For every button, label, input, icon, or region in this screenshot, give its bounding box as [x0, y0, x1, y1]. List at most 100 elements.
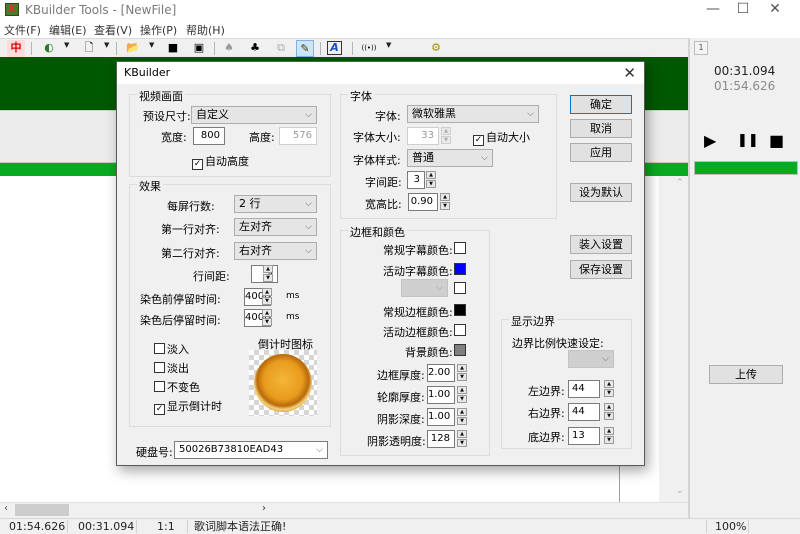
spin-up-icon[interactable]: ▲ [457, 408, 467, 416]
line2-align-select[interactable]: 右对齐 ⌵ [234, 242, 317, 260]
stop-button[interactable]: ■ [769, 131, 784, 150]
normal-text-color-swatch[interactable] [454, 242, 466, 254]
line1-align-select[interactable]: 左对齐 ⌵ [234, 218, 317, 236]
preset-size-select[interactable]: 自定义 ⌵ [191, 106, 317, 124]
shadow-depth-input[interactable]: 1.00 [427, 408, 455, 426]
find-icon[interactable]: ♠ [220, 40, 238, 57]
right-margin-input[interactable]: 44 [568, 403, 600, 421]
disc-icon[interactable]: ◐ [40, 40, 58, 57]
spin-down-icon[interactable]: ▼ [604, 412, 614, 420]
horizontal-scrollbar[interactable]: ‹ › [0, 502, 688, 518]
settings-gear-icon[interactable]: ⚙ [427, 40, 445, 57]
spin-up-icon[interactable]: ▲ [457, 430, 467, 438]
spin-down-icon[interactable]: ▼ [457, 417, 467, 425]
spin-up-icon[interactable]: ▲ [457, 364, 467, 372]
spin-down-icon[interactable]: ▼ [604, 436, 614, 444]
open-dropdown-icon[interactable]: ▼ [149, 41, 154, 49]
horizontal-scroll-thumb[interactable] [15, 504, 69, 516]
spin-down-icon[interactable]: ▼ [263, 274, 273, 282]
background-color-swatch[interactable] [454, 344, 466, 356]
open-folder-icon[interactable]: 📂 [124, 40, 142, 57]
menu-operation[interactable]: 操作(P) [140, 22, 177, 38]
spin-down-icon[interactable]: ▼ [457, 373, 467, 381]
player-tab-1[interactable]: 1 [694, 41, 708, 55]
height-input[interactable]: 576 [279, 127, 317, 145]
char-spacing-input[interactable]: 3 [407, 171, 425, 189]
border-thickness-spinner[interactable]: ▲ ▼ [457, 364, 467, 382]
left-margin-input[interactable]: 44 [568, 380, 600, 398]
spin-down-icon[interactable]: ▼ [441, 136, 451, 144]
vertical-scrollbar[interactable]: ⌃ ⌄ [673, 176, 688, 502]
quick-ratio-select[interactable]: ⌵ [568, 350, 614, 368]
outline-thickness-input[interactable]: 1.00 [427, 386, 455, 404]
auto-size-checkbox[interactable]: ✓ 自动大小 [473, 129, 530, 146]
apply-button[interactable]: 应用 [570, 143, 632, 162]
left-margin-spinner[interactable]: ▲ ▼ [604, 380, 614, 398]
aspect-ratio-input[interactable]: 0.90 [408, 193, 438, 211]
preview-icon[interactable]: A [327, 41, 342, 55]
char-spacing-spinner[interactable]: ▲ ▼ [426, 171, 436, 189]
pre-dwell-spinner[interactable]: ▲ ▼ [262, 288, 272, 306]
spin-up-icon[interactable]: ▲ [263, 265, 273, 273]
save-all-icon[interactable]: ▣ [190, 40, 208, 57]
width-input[interactable]: 800 [193, 127, 225, 145]
ok-button[interactable]: 确定 [570, 95, 632, 114]
spin-down-icon[interactable]: ▼ [262, 318, 272, 326]
bottom-margin-input[interactable]: 13 [568, 427, 600, 445]
spin-up-icon[interactable]: ▲ [426, 171, 436, 179]
lines-per-screen-select[interactable]: 2 行 ⌵ [234, 195, 317, 213]
scroll-up-icon[interactable]: ⌃ [676, 178, 684, 188]
spin-down-icon[interactable]: ▼ [457, 439, 467, 447]
cancel-button[interactable]: 取消 [570, 119, 632, 138]
replace-icon[interactable]: ⧉ [272, 40, 290, 57]
auto-height-checkbox[interactable]: ✓ 自动高度 [192, 153, 249, 170]
color-preset-select[interactable]: ⌵ [401, 279, 448, 297]
scroll-down-icon[interactable]: ⌄ [676, 486, 684, 496]
shadow-opacity-input[interactable]: 128 [427, 430, 455, 448]
shadow-opacity-spinner[interactable]: ▲ ▼ [457, 430, 467, 448]
active-border-color-swatch[interactable] [454, 324, 466, 336]
outline-thickness-spinner[interactable]: ▲ ▼ [457, 386, 467, 404]
spin-down-icon[interactable]: ▼ [440, 202, 450, 210]
close-window-button[interactable]: ✕ [752, 0, 798, 20]
broadcast-dropdown-icon[interactable]: ▼ [386, 41, 391, 49]
spin-up-icon[interactable]: ▲ [441, 127, 451, 135]
no-color-change-checkbox[interactable]: 不变色 [154, 379, 200, 395]
set-default-button[interactable]: 设为默认 [570, 183, 632, 202]
save-icon[interactable]: ■ [164, 40, 182, 57]
countdown-icon-preview[interactable] [249, 350, 317, 416]
spin-down-icon[interactable]: ▼ [457, 395, 467, 403]
font-size-spinner[interactable]: ▲ ▼ [441, 127, 451, 145]
font-style-select[interactable]: 普通 ⌵ [407, 149, 493, 167]
save-settings-button[interactable]: 保存设置 [570, 260, 632, 279]
shadow-depth-spinner[interactable]: ▲ ▼ [457, 408, 467, 426]
font-select[interactable]: 微软雅黑 ⌵ [407, 105, 539, 123]
spin-down-icon[interactable]: ▼ [262, 297, 272, 305]
edit-tag-icon[interactable]: ✎ [296, 40, 314, 57]
fade-out-checkbox[interactable]: 淡出 [154, 360, 189, 376]
right-margin-spinner[interactable]: ▲ ▼ [604, 403, 614, 421]
menu-edit[interactable]: 编辑(E) [49, 22, 87, 38]
post-dwell-spinner[interactable]: ▲ ▼ [262, 309, 272, 327]
pause-button[interactable]: ❚❚ [737, 133, 759, 148]
spin-up-icon[interactable]: ▲ [604, 380, 614, 388]
spin-down-icon[interactable]: ▼ [426, 180, 436, 188]
load-settings-button[interactable]: 装入设置 [570, 235, 632, 254]
font-size-input[interactable]: 33 [407, 127, 439, 145]
spin-up-icon[interactable]: ▲ [262, 288, 272, 296]
new-file-icon[interactable]: 🗋 [80, 40, 98, 57]
menu-file[interactable]: 文件(F) [4, 22, 41, 38]
extra-color-swatch[interactable] [454, 282, 466, 294]
dialog-close-button[interactable]: ✕ [623, 64, 636, 82]
show-countdown-checkbox[interactable]: ✓ 显示倒计时 [154, 398, 222, 415]
spin-up-icon[interactable]: ▲ [440, 193, 450, 201]
spin-up-icon[interactable]: ▲ [604, 427, 614, 435]
disc-dropdown-icon[interactable]: ▼ [64, 41, 69, 49]
disk-id-select[interactable]: 50026B73810EAD43 ⌵ [174, 441, 328, 459]
spin-up-icon[interactable]: ▲ [604, 403, 614, 411]
bottom-margin-spinner[interactable]: ▲ ▼ [604, 427, 614, 445]
fade-in-checkbox[interactable]: 淡入 [154, 341, 189, 357]
border-thickness-input[interactable]: 2.00 [427, 364, 455, 382]
aspect-ratio-spinner[interactable]: ▲ ▼ [440, 193, 450, 211]
scroll-left-icon[interactable]: ‹ [4, 503, 8, 514]
